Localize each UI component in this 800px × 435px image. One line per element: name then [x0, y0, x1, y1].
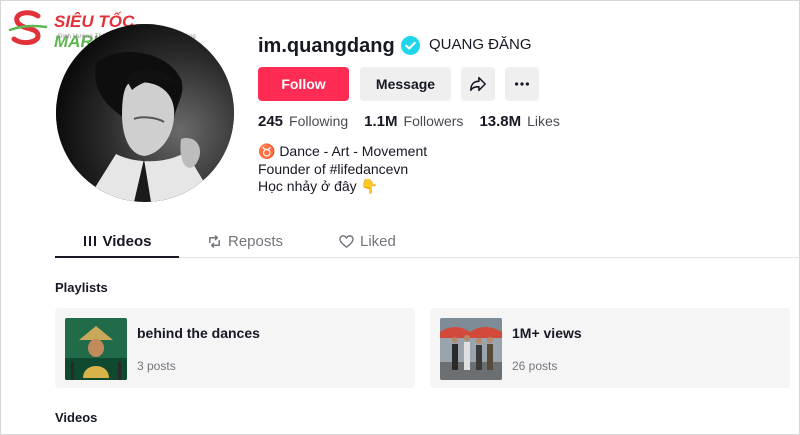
tab-reposts[interactable]: Reposts — [207, 224, 283, 258]
username: im.quangdang — [258, 35, 395, 57]
playlist-post-count: 3 posts — [137, 359, 176, 373]
bio-line: Học nhảy ở đây 👇 — [258, 178, 378, 194]
stat-following[interactable]: 245 Following — [258, 113, 348, 130]
stat-label: Likes — [527, 113, 560, 129]
message-button[interactable]: Message — [360, 67, 451, 101]
playlist-title: behind the dances — [137, 325, 260, 341]
share-icon — [470, 76, 486, 92]
logo-s-icon — [8, 10, 48, 46]
avatar-photo — [56, 24, 234, 202]
more-options-button[interactable] — [505, 67, 539, 101]
stat-label: Following — [289, 113, 349, 129]
playlist-thumbnail — [65, 318, 127, 380]
tab-liked[interactable]: Liked — [339, 224, 396, 258]
avatar[interactable] — [56, 24, 234, 202]
profile-bio: ♉ Dance - Art - Movement Founder of #lif… — [258, 143, 427, 196]
stat-value: 13.8M — [479, 113, 522, 130]
verified-badge-icon — [401, 36, 420, 55]
display-name: QUANG ĐĂNG — [429, 36, 532, 53]
playlist-title: 1M+ views — [512, 325, 582, 341]
stat-value: 245 — [258, 113, 284, 130]
bio-line: Founder of #lifedancevn — [258, 160, 409, 177]
heart-icon — [339, 234, 354, 248]
playlist-card[interactable]: 1M+ views 26 posts — [430, 308, 790, 388]
stat-value: 1.1M — [364, 113, 398, 130]
playlist-card[interactable]: behind the dances 3 posts — [55, 308, 415, 388]
profile-stats: 245 Following 1.1M Followers 13.8M Likes — [258, 113, 560, 130]
tab-label: Liked — [360, 232, 396, 250]
more-dots-icon — [514, 82, 530, 86]
stat-label: Followers — [403, 113, 464, 129]
tab-label: Videos — [102, 232, 152, 250]
stat-likes: 13.8M Likes — [479, 113, 559, 130]
repost-icon — [209, 234, 220, 248]
playlist-post-count: 26 posts — [512, 359, 558, 373]
active-tab-underline — [55, 256, 179, 258]
stat-followers[interactable]: 1.1M Followers — [364, 113, 463, 130]
share-button[interactable] — [461, 67, 495, 101]
grid-lines-icon — [83, 236, 96, 246]
profile-tabs: Videos Reposts Liked — [55, 224, 800, 258]
playlists-heading: Playlists — [55, 280, 108, 295]
tab-label: Reposts — [228, 232, 284, 250]
tab-videos[interactable]: Videos — [55, 224, 179, 258]
follow-button[interactable]: Follow — [258, 67, 349, 101]
playlist-thumbnail — [440, 318, 502, 380]
bio-line: ♉ Dance - Art - Movement — [258, 143, 428, 159]
videos-heading: Videos — [55, 410, 98, 425]
